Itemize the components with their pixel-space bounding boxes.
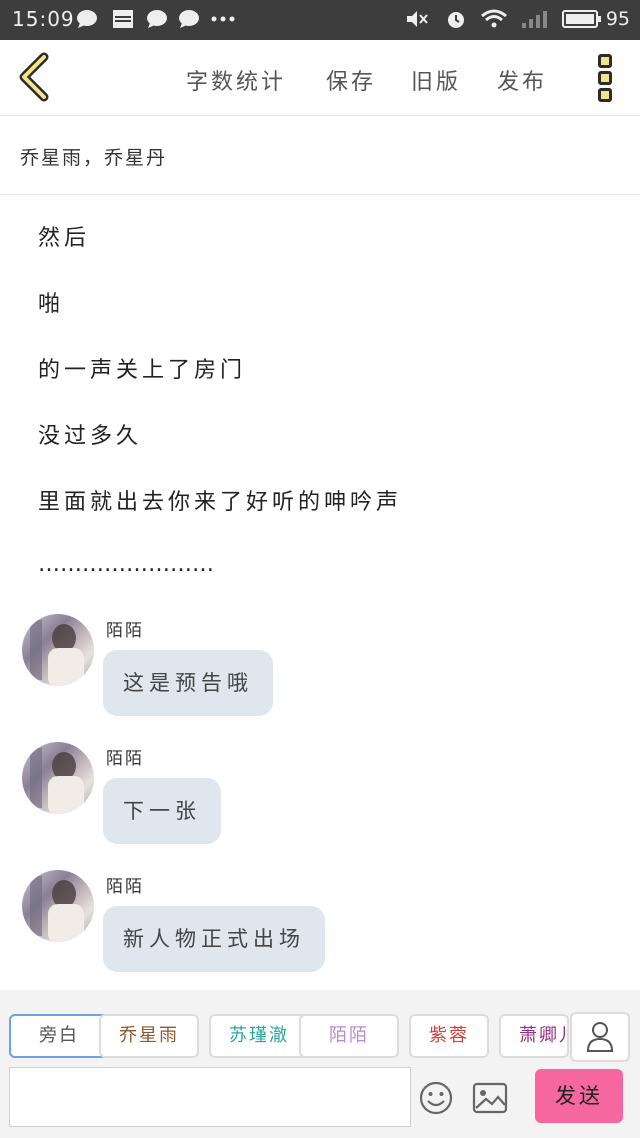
chat-bubble-icon <box>179 10 199 28</box>
mute-icon <box>407 11 428 27</box>
message-input[interactable] <box>9 1067 411 1127</box>
chapter-title: 乔星雨，乔星丹 <box>20 147 168 169</box>
message-bubble[interactable]: 下一张 <box>103 778 221 844</box>
character-chip[interactable]: 苏瑾澈 <box>209 1014 309 1058</box>
character-chip[interactable]: 萧卿儿 <box>499 1014 569 1058</box>
avatar[interactable] <box>22 614 94 686</box>
narration-line: 啪 <box>38 292 65 317</box>
wifi-icon <box>481 9 507 28</box>
chat-message[interactable]: 陌陌 新人物正式出场 <box>22 870 622 990</box>
news-icon <box>113 10 133 28</box>
character-chip-narrator[interactable]: 旁白 <box>9 1014 109 1058</box>
character-chip[interactable]: 紫蓉 <box>409 1014 489 1058</box>
message-sender: 陌陌 <box>106 749 144 769</box>
narration-line: 没过多久 <box>38 424 143 449</box>
add-character-button[interactable] <box>570 1012 630 1062</box>
emoji-icon[interactable] <box>418 1080 454 1116</box>
narration-line: 的一声关上了房门 <box>38 358 247 383</box>
more-menu-icon[interactable] <box>590 54 620 106</box>
chat-message[interactable]: 陌陌 下一张 <box>22 742 622 862</box>
avatar[interactable] <box>22 870 94 942</box>
more-dots-icon <box>211 16 235 22</box>
status-bar: 15:09 95 <box>0 0 640 40</box>
message-sender: 陌陌 <box>106 621 144 641</box>
old-version-button[interactable]: 旧版 <box>411 64 461 96</box>
narration-line: 然后 <box>38 226 91 251</box>
image-icon[interactable] <box>472 1082 508 1114</box>
send-button[interactable]: 发送 <box>535 1069 623 1123</box>
message-bubble[interactable]: 这是预告哦 <box>103 650 273 716</box>
signal-icon <box>522 11 547 28</box>
back-icon[interactable] <box>14 52 54 102</box>
save-button[interactable]: 保存 <box>326 64 376 96</box>
alarm-icon <box>448 12 464 28</box>
character-chip[interactable]: 乔星雨 <box>99 1014 199 1058</box>
publish-button[interactable]: 发布 <box>497 64 547 96</box>
narration-line: …………………… <box>38 552 214 577</box>
toolbar: 字数统计 保存 旧版 发布 <box>0 40 640 116</box>
chat-bubble-icon <box>147 10 167 28</box>
message-sender: 陌陌 <box>106 877 144 897</box>
chapter-title-row[interactable]: 乔星雨，乔星丹 <box>0 117 640 195</box>
message-bubble[interactable]: 新人物正式出场 <box>103 906 325 972</box>
avatar[interactable] <box>22 742 94 814</box>
narration-line: 里面就出去你来了好听的呻吟声 <box>38 490 403 515</box>
character-chip[interactable]: 陌陌 <box>299 1014 399 1058</box>
word-count-button[interactable]: 字数统计 <box>186 64 286 96</box>
status-time: 15:09 <box>12 7 75 31</box>
battery-level: 95 <box>605 8 630 30</box>
chat-message[interactable]: 陌陌 这是预告哦 <box>22 614 622 734</box>
composer-bar: 旁白 乔星雨 苏瑾澈 陌陌 紫蓉 萧卿儿 发送 <box>0 990 640 1138</box>
battery-icon <box>562 10 601 28</box>
story-content: 然后 啪 的一声关上了房门 没过多久 里面就出去你来了好听的呻吟声 ………………… <box>0 196 640 990</box>
chat-bubble-icon <box>77 10 97 28</box>
user-icon <box>586 1022 614 1052</box>
